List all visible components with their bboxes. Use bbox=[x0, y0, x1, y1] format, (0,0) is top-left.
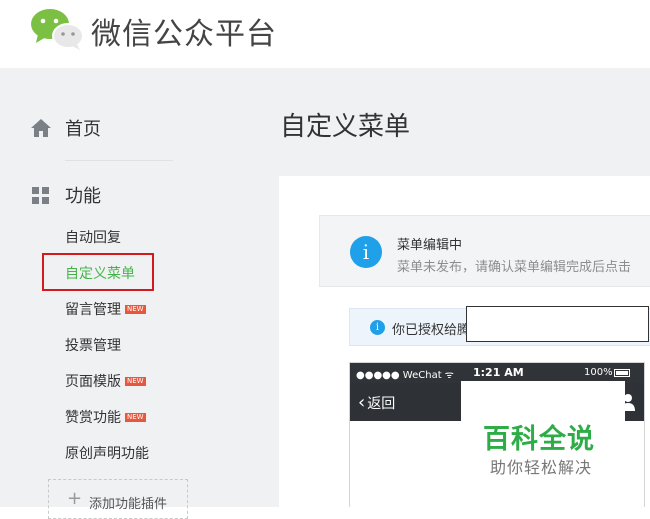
back-button[interactable]: ‹ 返回 bbox=[358, 393, 395, 413]
sidebar-item-home[interactable]: 首页 bbox=[30, 113, 101, 143]
notice-banner: i 菜单编辑中 菜单未发布，请确认菜单编辑完成后点击 bbox=[319, 215, 650, 287]
redaction-box bbox=[466, 306, 649, 342]
notice-title: 菜单编辑中 bbox=[397, 238, 463, 253]
sidebar-divider bbox=[65, 160, 173, 161]
sidebar-item-label: 原创声明功能 bbox=[65, 446, 149, 462]
grid-icon bbox=[32, 187, 49, 204]
info-icon: i bbox=[370, 320, 385, 335]
sidebar-item-comment-management[interactable]: 留言管理 NEW bbox=[65, 299, 146, 319]
sidebar-item-label: 投票管理 bbox=[65, 338, 121, 354]
info-icon: i bbox=[350, 236, 382, 268]
plus-icon: + bbox=[67, 488, 83, 509]
page-title: 自定义菜单 bbox=[280, 112, 411, 142]
sidebar-item-page-template[interactable]: 页面模版 NEW bbox=[65, 371, 146, 391]
sidebar-item-original-declaration[interactable]: 原创声明功能 bbox=[65, 443, 149, 463]
back-label: 返回 bbox=[367, 396, 396, 412]
sidebar-item-label: 自动回复 bbox=[65, 230, 121, 246]
brand-title: 微信公众平台 bbox=[91, 17, 277, 52]
home-icon bbox=[31, 119, 51, 137]
sidebar-item-reward[interactable]: 赞赏功能 NEW bbox=[65, 407, 146, 427]
wechat-logo-icon[interactable] bbox=[30, 8, 86, 50]
sidebar-item-vote-management[interactable]: 投票管理 bbox=[65, 335, 121, 355]
auth-text: 你已授权给腾 bbox=[392, 323, 471, 338]
chevron-left-icon: ‹ bbox=[358, 392, 366, 413]
sidebar-item-function-label: 功能 bbox=[65, 186, 101, 207]
sidebar-item-function[interactable]: 功能 bbox=[30, 180, 101, 210]
watermark-main: 百科全说 bbox=[483, 424, 595, 455]
watermark: 百科全说 助你轻松解决 bbox=[461, 381, 625, 481]
new-badge: NEW bbox=[125, 304, 146, 314]
sidebar-item-home-label: 首页 bbox=[65, 119, 101, 140]
notice-description: 菜单未发布，请确认菜单编辑完成后点击 bbox=[397, 260, 632, 275]
sidebar-item-label: 留言管理 bbox=[65, 302, 121, 318]
phone-status-bar: ●●●●● WeChat ᯤ 1:21 AM 100% bbox=[350, 363, 644, 383]
header: 微信公众平台 bbox=[0, 0, 650, 68]
watermark-sub: 助你轻松解决 bbox=[490, 458, 593, 477]
battery-icon bbox=[614, 369, 630, 377]
sidebar-item-label: 页面模版 bbox=[65, 374, 121, 390]
carrier-label: ●●●●● WeChat ᯤ bbox=[356, 370, 454, 381]
clock-label: 1:21 AM bbox=[473, 366, 524, 379]
sidebar-item-label: 赞赏功能 bbox=[65, 410, 121, 426]
battery-label: 100% bbox=[584, 367, 613, 378]
new-badge: NEW bbox=[125, 412, 146, 422]
add-plugin-label: 添加功能插件 bbox=[89, 497, 168, 512]
sidebar-item-auto-reply[interactable]: 自动回复 bbox=[65, 227, 121, 247]
new-badge: NEW bbox=[125, 376, 146, 386]
highlight-box bbox=[42, 253, 154, 291]
add-plugin-button[interactable]: + 添加功能插件 bbox=[48, 479, 188, 519]
